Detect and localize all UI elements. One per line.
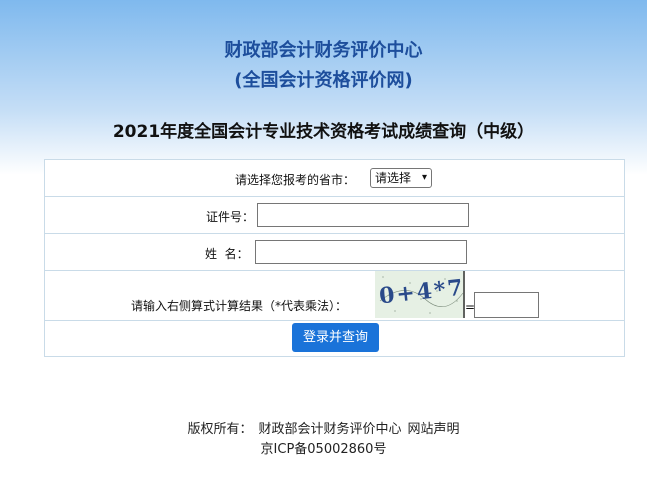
footer-copyright: 版权所有： 财政部会计财务评价中心 网站声明: [0, 418, 647, 437]
name-input[interactable]: [255, 240, 467, 264]
icp-number[interactable]: 京ICP备05002860号: [0, 438, 647, 457]
province-label: 请选择您报考的省市：: [235, 173, 356, 187]
province-select[interactable]: 请选择 ▾: [370, 168, 432, 188]
name-row: 姓 名：: [45, 234, 624, 271]
query-form: 请选择您报考的省市： 请选择 ▾ 证件号： 姓 名： 请输入右侧算式计算结果（*…: [44, 159, 625, 357]
org-name: 财政部会计财务评价中心: [224, 40, 423, 61]
submit-button[interactable]: 登录并查询: [292, 323, 379, 352]
province-row: 请选择您报考的省市： 请选择 ▾: [45, 160, 624, 197]
id-label: 证件号：: [206, 210, 255, 224]
id-row: 证件号：: [45, 197, 624, 234]
captcha-image[interactable]: 0+4*7: [375, 271, 465, 318]
copyright-org-link[interactable]: 财政部会计财务评价中心: [258, 422, 401, 437]
captcha-row: 请输入右侧算式计算结果（*代表乘法）： 0+4*7 =: [45, 271, 624, 321]
chevron-down-icon: ▾: [421, 172, 427, 183]
id-number-input[interactable]: [257, 203, 469, 227]
province-select-value: 请选择: [375, 171, 412, 185]
name-label: 姓 名：: [205, 247, 249, 261]
captcha-answer-input[interactable]: [474, 292, 539, 318]
captcha-label: 请输入右侧算式计算结果（*代表乘法）：: [131, 299, 348, 313]
copyright-label: 版权所有：: [187, 422, 253, 437]
org-subtitle: (全国会计资格评价网): [234, 70, 413, 91]
statement-link[interactable]: 网站声明: [408, 422, 460, 437]
page-title: 2021年度全国会计专业技术资格考试成绩查询（中级）: [112, 122, 535, 142]
